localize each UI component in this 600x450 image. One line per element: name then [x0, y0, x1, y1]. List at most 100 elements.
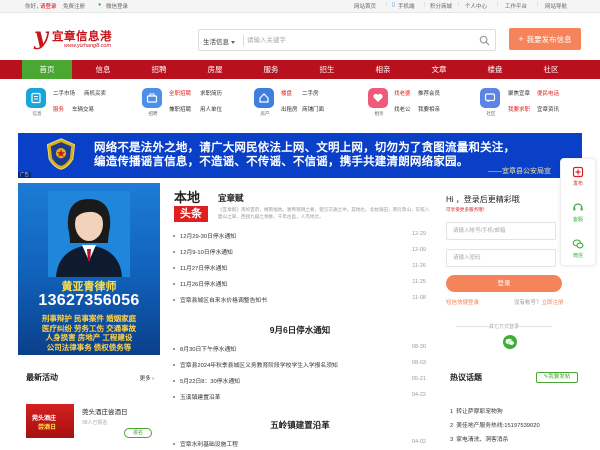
publish-post-button[interactable]: ✎我要发帖	[536, 372, 578, 383]
sidebar-service-button[interactable]: 客服	[561, 195, 595, 229]
sidebar-wechat-label: 微信	[572, 253, 583, 259]
no-account-label: 没有帐号？	[514, 300, 542, 306]
service-link[interactable]: 二手房	[302, 89, 319, 97]
nav-articles[interactable]: 文章	[414, 60, 464, 79]
nav-services[interactable]: 服务	[246, 60, 296, 79]
news-date: 08-03	[411, 360, 426, 366]
service-link[interactable]: 商铺门面	[302, 105, 324, 113]
activity-more-link[interactable]: 更多 ›	[140, 374, 154, 382]
service-link[interactable]: 找老婆	[394, 89, 411, 97]
site-logo[interactable]: y 宜章信息港 www.yizhang8.com	[34, 24, 130, 52]
activity-thumbnail[interactable]: 莞头酒庄 尝酒日	[26, 404, 74, 438]
service-link[interactable]: 出租房	[281, 105, 298, 113]
nav-info[interactable]: 信息	[78, 60, 128, 79]
news-item[interactable]: 11月26日停水通知 11-25	[172, 279, 428, 289]
sidebar-wechat-button[interactable]: 微信	[561, 231, 595, 265]
mobile-link[interactable]: 手机端	[398, 2, 415, 10]
hot-item[interactable]: 1 转让萨摩耶宠物狗	[450, 406, 503, 415]
news-item[interactable]: 12月9-10日停水通知 12-09	[172, 247, 428, 257]
activity-item-title[interactable]: 莞头酒庄尝酒日	[82, 406, 128, 416]
more-label: 更多	[139, 376, 151, 382]
plus-icon: +	[518, 34, 524, 44]
search-icon[interactable]	[479, 35, 490, 46]
post-icon	[572, 166, 584, 178]
personal-center-link[interactable]: 个人中心	[465, 2, 487, 10]
news-item[interactable]: 12月29-30日停水通知 12-29	[172, 231, 428, 241]
hot-topics-panel: 热议话题 ✎我要发帖 1 转让萨摩耶宠物狗 2 美佳地产服务热线:151975390…	[440, 368, 582, 450]
search-category-label: 生活信息	[203, 39, 229, 46]
service-link[interactable]: 楼盘	[281, 89, 292, 97]
service-link[interactable]: 求职简历	[200, 89, 222, 97]
service-info: 信息 二手市场 商机买卖 服务 车辆交易	[26, 84, 126, 122]
nav-jobs[interactable]: 招聘	[134, 60, 184, 79]
service-link[interactable]: 我要求职	[508, 105, 530, 113]
top-bar: 你好， 请登录 免费注册 ● 微信登录 网站首页 | ▯ 手机端 | 积分商城 …	[0, 0, 600, 13]
username-field[interactable]	[446, 222, 556, 240]
password-field[interactable]	[446, 249, 556, 267]
login-link[interactable]: 请登录	[40, 2, 57, 10]
service-link[interactable]: 聚焦宜章	[508, 89, 530, 97]
search-input[interactable]	[247, 33, 467, 48]
heart-icon[interactable]	[368, 88, 388, 108]
nav-housing[interactable]: 房屋	[190, 60, 240, 79]
service-link[interactable]: 兼职招聘	[169, 105, 191, 113]
sidebar-post-button[interactable]: 发布	[561, 159, 595, 193]
news-title: 12月9-10日停水通知	[180, 250, 233, 256]
house-icon[interactable]	[254, 88, 274, 108]
service-link[interactable]: 用人单位	[200, 105, 222, 113]
login-sub: 可享受更多服务哦！	[446, 207, 488, 212]
search-category-select[interactable]: 生活信息	[203, 36, 235, 46]
news-item[interactable]: 宜章水利基础设施工程 04-02	[172, 439, 428, 449]
service-link[interactable]: 便民电话	[537, 89, 559, 97]
site-home-link[interactable]: 网站首页	[354, 2, 376, 10]
sms-login-link[interactable]: 短信快捷登录	[446, 298, 479, 306]
news-item[interactable]: 8月30日下午停水通知 08-30	[172, 344, 428, 354]
nav-enrollment[interactable]: 招生	[302, 60, 352, 79]
workbench-link[interactable]: 工作平台	[505, 2, 527, 10]
service-link[interactable]: 宜章资讯	[537, 105, 559, 113]
register-activity-button[interactable]: 报名	[124, 428, 152, 438]
news-date: 11-08	[412, 295, 426, 301]
lawyer-ad[interactable]: 黄亚青律师 13627356056 刑事辩护 民事案件 婚姻家庭 医疗纠纷 劳务…	[18, 183, 160, 355]
wechat-login-icon[interactable]	[503, 335, 517, 349]
banner-line2: 编造传播谣言信息，不造谣、不传谣、不信谣，携手共建清朗网络家园。	[94, 156, 469, 168]
info-icon[interactable]	[26, 88, 46, 108]
section-headline[interactable]: 9月6日停水通知	[168, 324, 432, 336]
wechat-login-link[interactable]: 微信登录	[106, 2, 128, 10]
nav-community[interactable]: 社区	[526, 60, 576, 79]
service-link[interactable]: 我要相亲	[418, 105, 440, 113]
chat-icon[interactable]	[480, 88, 500, 108]
service-link[interactable]: 服务	[53, 105, 64, 113]
news-item[interactable]: 宜章县城区自来水价格调整告知书 11-08	[172, 295, 428, 305]
login-button[interactable]: 登录	[446, 275, 562, 292]
news-item[interactable]: 11月27日停水通知 11-26	[172, 263, 428, 273]
service-link[interactable]: 商机买卖	[84, 89, 106, 97]
service-link[interactable]: 车辆交易	[72, 105, 94, 113]
job-icon[interactable]	[142, 88, 162, 108]
service-name: 社区	[486, 111, 496, 116]
news-title: 5月22日8：30停水通知	[180, 379, 240, 385]
hot-item[interactable]: 3 家电清洗、洞客消杀	[450, 434, 508, 443]
news-item[interactable]: 玉溪镇建置沿革 04-22	[172, 392, 428, 402]
section-headline[interactable]: 五岭镇建置沿革	[168, 419, 432, 431]
service-link[interactable]: 全职招聘	[169, 89, 191, 97]
news-item[interactable]: 5月22日8：30停水通知 05-21	[172, 376, 428, 386]
hot-topics-title: 热议话题	[450, 373, 482, 382]
police-banner[interactable]: 网络不是法外之地，请广大网民依法上网、文明上网，切勿为了贪图流量和关注， 编造传…	[18, 133, 582, 178]
service-link[interactable]: 找老公	[394, 105, 411, 113]
no-account-text: 没有帐号？立即注册	[514, 298, 564, 306]
service-link[interactable]: 二手市场	[53, 89, 75, 97]
wechat-icon	[572, 239, 584, 249]
hot-item[interactable]: 2 美佳地产服务热线:15197539020	[450, 420, 540, 429]
headline-title[interactable]: 宜章赋	[218, 192, 244, 204]
register-now-link[interactable]: 立即注册	[542, 300, 564, 306]
site-nav-link[interactable]: 网站导航	[545, 2, 567, 10]
nav-property[interactable]: 楼盘	[470, 60, 520, 79]
nav-dating[interactable]: 相亲	[358, 60, 408, 79]
post-info-button[interactable]: + 我要发布信息	[509, 28, 581, 50]
nav-home[interactable]: 首页	[22, 60, 72, 79]
news-item[interactable]: 宜章县2024年秋季县城区义务教育阶段学校学生入学报名须知 08-03	[172, 360, 428, 370]
register-link[interactable]: 免费注册	[63, 2, 85, 10]
service-link[interactable]: 推荐会员	[418, 89, 440, 97]
points-mall-link[interactable]: 积分商城	[430, 2, 452, 10]
